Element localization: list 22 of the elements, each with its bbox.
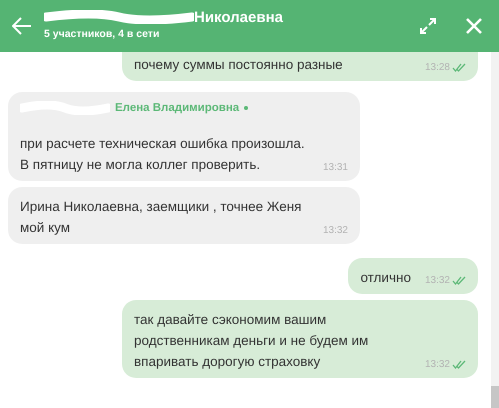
participants-count: 5 участников, 4 в сети <box>44 28 160 40</box>
chat-title: Николаевна <box>194 8 283 26</box>
double-check-icon <box>452 360 466 369</box>
expand-button[interactable] <box>417 15 439 37</box>
double-check-icon <box>452 276 466 285</box>
message-time: 13:28 <box>424 62 450 73</box>
message-text: отлично <box>360 269 411 287</box>
message-text: так давайте сэкономим вашим родственникам деньги и не будем им впаривать дорогую страховку <box>134 311 370 371</box>
message-time: 13:32 <box>424 275 450 286</box>
sender-name: Елена Владимировна <box>115 102 240 114</box>
message-text: Ирина Николаевна, заемщики , точнее Женя мой кум <box>20 198 302 237</box>
message-text: почему суммы постоянно разные <box>134 56 343 74</box>
scrollbar[interactable] <box>491 52 499 408</box>
message-time: 13:32 <box>322 225 348 236</box>
message-text: при расчете техническая ошибка произошла. В пятницу не могла коллег проверить. <box>20 135 306 174</box>
message-time: 13:32 <box>424 359 450 370</box>
back-arrow-icon <box>12 17 32 35</box>
message-time: 13:31 <box>322 162 348 173</box>
back-button[interactable] <box>10 15 34 37</box>
double-check-icon <box>452 63 466 72</box>
close-icon <box>465 17 483 35</box>
expand-icon <box>419 17 437 35</box>
